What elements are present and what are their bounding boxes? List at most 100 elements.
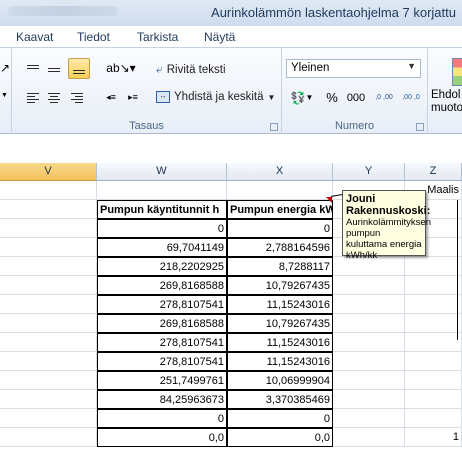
wrap-text-button[interactable]: ⤶ Rivitä teksti — [156, 62, 226, 77]
grid-cell[interactable] — [0, 333, 97, 352]
align-right-button[interactable] — [68, 89, 86, 106]
column-header-z[interactable]: Z — [405, 163, 462, 181]
group-styles: Ehdol muoto — [428, 48, 462, 134]
table-cell[interactable]: 278,8107541 — [97, 295, 227, 314]
grid-cell[interactable] — [333, 276, 405, 295]
grid-cell[interactable] — [405, 333, 462, 352]
tab-nayta[interactable]: Näytä — [204, 30, 235, 44]
ribbon: ↗ ▼ ab↘▾ ◂≡ ▸≡ ⤶ Rivitä teksti ↔ Yhdistä… — [0, 48, 462, 134]
grid-cell[interactable] — [333, 295, 405, 314]
table-cell[interactable]: 10,06999904 — [227, 371, 333, 390]
table-cell[interactable]: 0 — [97, 219, 227, 238]
empty-cell[interactable] — [227, 181, 333, 200]
table-cell[interactable]: 8,7288117 — [227, 257, 333, 276]
number-format-dropdown[interactable]: Yleinen ▼ — [286, 59, 421, 78]
alignment-launcher-icon[interactable] — [270, 123, 278, 131]
currency-format-button[interactable]: 💱 ▼ — [288, 89, 316, 106]
orientation-button[interactable]: ab↘▾ — [106, 59, 136, 77]
table-cell[interactable]: 278,8107541 — [97, 352, 227, 371]
grid-cell[interactable] — [405, 314, 462, 333]
table-cell[interactable]: 0,0 — [227, 428, 333, 447]
number-launcher-icon[interactable] — [416, 123, 424, 131]
grid-cell[interactable] — [405, 257, 462, 276]
grid-cell[interactable] — [405, 371, 462, 390]
grid-cell[interactable] — [0, 352, 97, 371]
table-cell[interactable]: 11,15243016 — [227, 352, 333, 371]
column-header-w[interactable]: W — [97, 163, 227, 181]
grid-cell[interactable] — [0, 257, 97, 276]
grid-cell[interactable] — [0, 428, 97, 447]
grid-cell[interactable] — [333, 428, 405, 447]
grid-cell[interactable] — [0, 295, 97, 314]
chevron-down-icon[interactable]: ▼ — [1, 92, 8, 99]
grid-cell[interactable] — [333, 409, 405, 428]
grid-cell[interactable] — [405, 295, 462, 314]
table-cell[interactable]: 10,79267435 — [227, 276, 333, 295]
grid-cell[interactable] — [405, 276, 462, 295]
tab-tiedot[interactable]: Tiedot — [77, 30, 110, 44]
grid-cell[interactable] — [405, 409, 462, 428]
increase-indent-button[interactable]: ▸≡ — [124, 89, 142, 106]
comment-indicator-icon[interactable] — [326, 197, 332, 203]
grid-cell[interactable] — [0, 200, 97, 219]
grid-cell[interactable] — [405, 390, 462, 409]
align-left-button[interactable] — [24, 89, 42, 106]
grid-cell[interactable] — [333, 333, 405, 352]
table-cell[interactable]: 269,8168588 — [97, 314, 227, 333]
table-cell[interactable]: 69,7041149 — [97, 238, 227, 257]
percent-button[interactable]: % — [324, 89, 340, 106]
increase-decimal-button[interactable]: ,0 ,00 — [372, 87, 396, 108]
table-cell[interactable]: 0 — [227, 409, 333, 428]
grid-cell[interactable] — [0, 238, 97, 257]
table-cell[interactable]: 84,25963673 — [97, 390, 227, 409]
grid-cell[interactable] — [0, 314, 97, 333]
decrease-decimal-button[interactable]: ,00 ,0 — [399, 87, 423, 108]
grid-cell[interactable] — [0, 409, 97, 428]
grid-cell[interactable] — [0, 390, 97, 409]
group-font-edge: ↗ ▼ — [0, 48, 12, 134]
grid-cell[interactable] — [0, 219, 97, 238]
empty-cell[interactable] — [97, 181, 227, 200]
table-cell[interactable]: 2,788164596 — [227, 238, 333, 257]
grid-cell[interactable] — [0, 181, 97, 200]
table-cell[interactable]: 0 — [97, 409, 227, 428]
align-center-button[interactable] — [45, 89, 63, 106]
tab-tarkista[interactable]: Tarkista — [137, 30, 178, 44]
table-header-cell[interactable]: Pumpun käyntitunnit h — [97, 200, 227, 219]
table-header-cell[interactable]: Pumpun energia kWh — [227, 200, 333, 219]
merge-center-button[interactable]: ↔ Yhdistä ja keskitä ▼ — [156, 91, 275, 103]
tab-kaavat[interactable]: Kaavat — [16, 30, 53, 44]
z-bottom-cell[interactable]: 1 — [405, 428, 462, 447]
conditional-formatting-icon[interactable] — [452, 58, 462, 86]
grid-cell[interactable] — [333, 314, 405, 333]
thousands-separator-button[interactable]: 000 — [344, 89, 368, 106]
column-header-x[interactable]: X — [227, 163, 333, 181]
conditional-formatting-button[interactable]: Ehdol muoto — [431, 89, 462, 115]
chevron-down-icon[interactable]: ▼ — [268, 93, 276, 102]
table-cell[interactable]: 278,8107541 — [97, 333, 227, 352]
table-cell[interactable]: 11,15243016 — [227, 333, 333, 352]
column-header-y[interactable]: Y — [333, 163, 405, 181]
align-middle-button[interactable] — [45, 60, 63, 77]
grid-cell[interactable] — [0, 276, 97, 295]
column-header-v[interactable]: V — [0, 163, 97, 181]
grid-cell[interactable] — [333, 352, 405, 371]
table-cell[interactable]: 0,0 — [97, 428, 227, 447]
grid-cell[interactable] — [333, 371, 405, 390]
table-cell[interactable]: 251,7499761 — [97, 371, 227, 390]
grid-cell[interactable] — [0, 371, 97, 390]
table-cell[interactable]: 11,15243016 — [227, 295, 333, 314]
table-cell[interactable]: 3,370385469 — [227, 390, 333, 409]
table-cell[interactable]: 10,79267435 — [227, 314, 333, 333]
comment-text: Aurinkolämmityksen pumpun kuluttama ener… — [346, 217, 431, 261]
title-bar: Aurinkolämmön laskentaohjelma 7 korjattu — [0, 0, 462, 26]
font-size-icon[interactable]: ↗ — [0, 61, 10, 75]
table-cell[interactable]: 0 — [227, 219, 333, 238]
align-bottom-button[interactable] — [68, 58, 90, 79]
table-cell[interactable]: 218,2202925 — [97, 257, 227, 276]
table-cell[interactable]: 269,8168588 — [97, 276, 227, 295]
decrease-indent-button[interactable]: ◂≡ — [102, 89, 120, 106]
align-top-button[interactable] — [24, 60, 42, 77]
grid-cell[interactable] — [405, 352, 462, 371]
grid-cell[interactable] — [333, 390, 405, 409]
